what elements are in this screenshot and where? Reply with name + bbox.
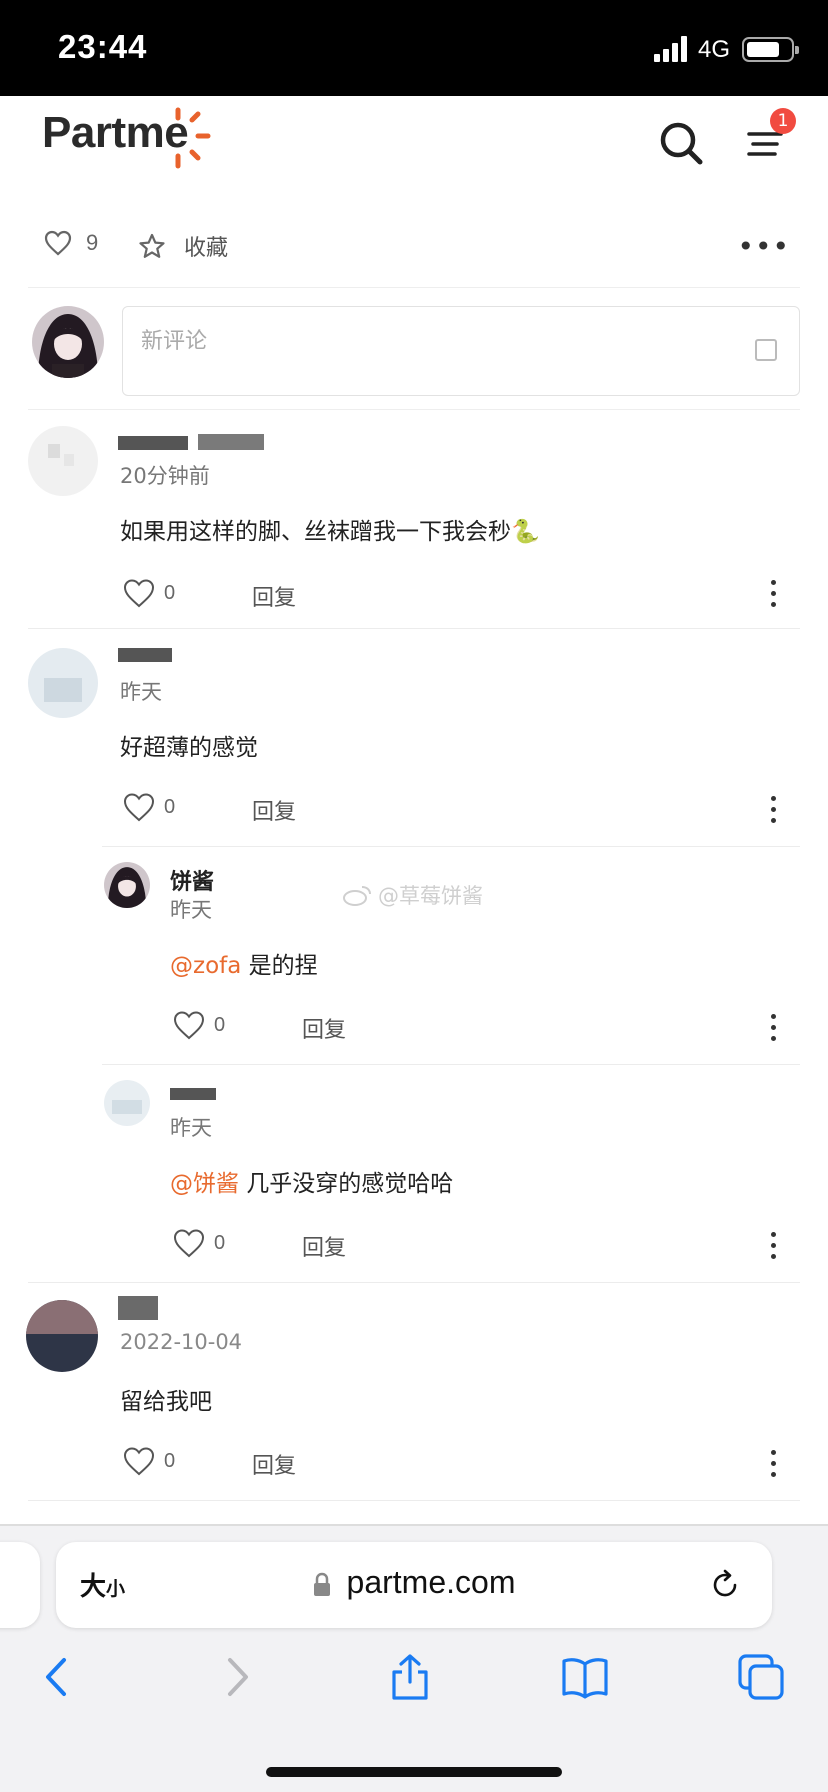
like-count: 0 (164, 796, 176, 818)
reply-item: 饼酱 昨天 @zofa 是的捏 0 回复 (0, 846, 828, 1065)
comment-text: 留给我吧 (120, 1389, 212, 1415)
post-more-options-icon[interactable]: ••• (737, 233, 790, 261)
reply-button[interactable]: 回复 (252, 580, 296, 612)
new-comment-placeholder: 新评论 (141, 329, 208, 354)
divider (28, 1500, 800, 1501)
reply-avatar (104, 1080, 150, 1126)
reply-button[interactable]: 回复 (302, 1230, 346, 1262)
comment-more-icon[interactable] (769, 1450, 777, 1480)
tabs-icon[interactable] (736, 1652, 786, 1702)
previous-tab-preview[interactable] (0, 1542, 40, 1628)
reply-time: 昨天 (170, 1116, 212, 1140)
share-icon[interactable] (385, 1652, 435, 1702)
reply-avatar (104, 862, 150, 908)
address-bar[interactable]: 大小 partme.com (56, 1542, 772, 1628)
network-type: 4G (698, 36, 731, 63)
like-heart-icon[interactable] (172, 1228, 206, 1258)
comment-text: 好超薄的感觉 (120, 735, 258, 761)
search-icon[interactable] (658, 120, 704, 166)
forward-icon[interactable] (212, 1652, 262, 1702)
comment-actions: 0 回复 (122, 788, 322, 828)
post-like-button[interactable]: 9 (44, 230, 98, 256)
like-count: 0 (164, 582, 176, 604)
reply-text: @饼酱 几乎没穿的感觉哈哈 (170, 1171, 454, 1197)
status-time: 23:44 (58, 28, 148, 65)
reply-button[interactable]: 回复 (252, 1448, 296, 1480)
comment-text: 如果用这样的脚、丝袜蹭我一下我会秒🐍 (120, 519, 540, 545)
like-heart-icon[interactable] (122, 578, 156, 608)
comment-actions: 0 回复 (122, 574, 322, 614)
like-heart-icon[interactable] (122, 792, 156, 822)
reply-author[interactable]: 饼酱 (170, 864, 214, 896)
heart-icon (44, 230, 72, 256)
weibo-icon (343, 886, 371, 906)
favorite-label: 收藏 (184, 236, 229, 261)
comment-more-icon[interactable] (769, 796, 777, 826)
site-header: Partme 1 (0, 96, 828, 186)
favorite-button[interactable]: 收藏 (138, 230, 228, 262)
comment-item: 20分钟前 如果用这样的脚、丝袜蹭我一下我会秒🐍 0 回复 (0, 414, 828, 629)
home-indicator (266, 1767, 562, 1777)
notification-badge: 1 (770, 108, 796, 134)
reply-actions: 0 回复 (172, 1006, 372, 1046)
comment-time: 昨天 (120, 680, 162, 704)
reply-more-icon[interactable] (769, 1014, 777, 1044)
like-count: 0 (214, 1014, 226, 1036)
comment-avatar (28, 426, 98, 496)
reply-time: 昨天 (170, 898, 212, 922)
post-action-row: 9 收藏 ••• (28, 186, 800, 288)
reply-button[interactable]: 回复 (302, 1012, 346, 1044)
star-icon (139, 233, 165, 258)
back-icon[interactable] (32, 1652, 82, 1702)
reply-button[interactable]: 回复 (252, 794, 296, 826)
comment-time: 20分钟前 (120, 464, 210, 488)
new-comment-section: 新评论 (28, 292, 800, 410)
like-count: 0 (164, 1450, 176, 1472)
bookmarks-icon[interactable] (560, 1652, 610, 1702)
like-count: 0 (214, 1232, 226, 1254)
reply-item: 昨天 @饼酱 几乎没穿的感觉哈哈 0 回复 (0, 1064, 828, 1283)
mention-link[interactable]: @zofa (170, 953, 241, 979)
comment-item: 昨天 好超薄的感觉 0 回复 (0, 628, 828, 847)
my-avatar (32, 306, 104, 378)
like-heart-icon[interactable] (122, 1446, 156, 1476)
comment-item: 2022-10-04 留给我吧 0 回复 (0, 1282, 828, 1501)
reply-actions: 0 回复 (172, 1224, 372, 1264)
submit-comment-icon[interactable] (755, 339, 777, 361)
cellular-signal-icon (654, 36, 688, 62)
like-heart-icon[interactable] (172, 1010, 206, 1040)
weibo-watermark: @草莓饼酱 (342, 880, 483, 910)
reply-text: @zofa 是的捏 (170, 953, 318, 979)
comment-actions: 0 回复 (122, 1442, 322, 1482)
comment-more-icon[interactable] (769, 580, 777, 610)
comment-time: 2022-10-04 (120, 1330, 243, 1354)
logo-sun-icon (175, 107, 211, 169)
browser-toolbar: 大小 partme.com (0, 1526, 828, 1792)
new-comment-input[interactable]: 新评论 (122, 306, 800, 396)
comment-avatar (28, 648, 98, 718)
battery-icon (742, 37, 799, 62)
status-bar: 23:44 4G (0, 0, 828, 96)
comment-avatar (26, 1300, 98, 1372)
url-text: partme.com (346, 1564, 516, 1600)
reply-more-icon[interactable] (769, 1232, 777, 1262)
reload-icon[interactable] (708, 1568, 742, 1602)
mention-link[interactable]: @饼酱 (170, 1171, 239, 1197)
post-like-count: 9 (86, 230, 99, 255)
